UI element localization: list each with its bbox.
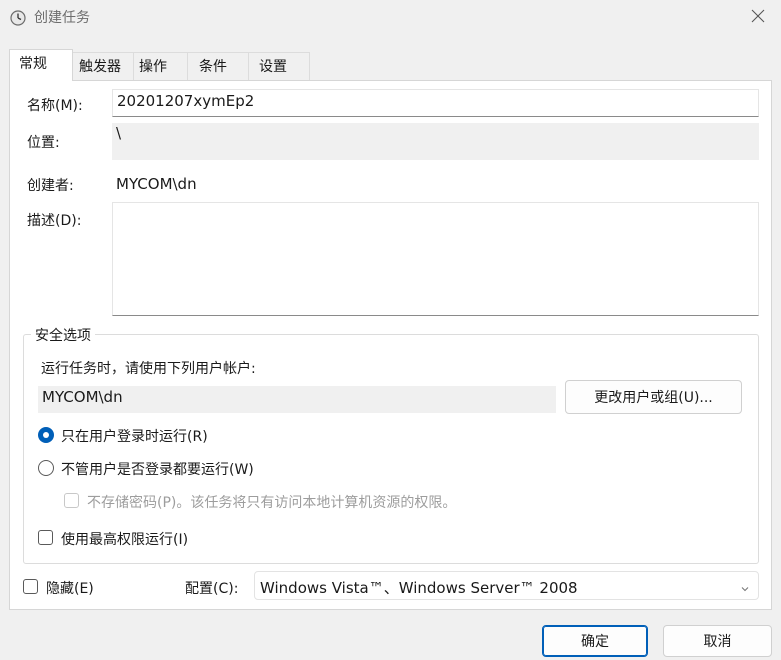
tab-label: 条件: [199, 59, 227, 75]
tab-label: 触发器: [79, 59, 121, 75]
tab-settings[interactable]: 设置: [248, 52, 310, 80]
tab-triggers[interactable]: 触发器: [72, 52, 134, 80]
run-whether-logged-on-label[interactable]: 不管用户是否登录都要运行(W): [61, 459, 254, 479]
tab-label: 设置: [259, 59, 287, 75]
hidden-checkbox[interactable]: [23, 579, 38, 594]
name-value: 20201207xymEp2: [117, 92, 255, 110]
run-only-logged-on-radio[interactable]: [38, 427, 54, 443]
cancel-button[interactable]: 取消: [663, 625, 772, 657]
tab-label: 常规: [19, 56, 47, 72]
run-whether-logged-on-radio[interactable]: [38, 460, 54, 476]
security-options-title: 安全选项: [31, 325, 95, 345]
change-user-button-label: 更改用户或组(U)...: [594, 390, 713, 406]
configure-select-value: Windows Vista™、Windows Server™ 2008: [260, 579, 578, 597]
tab-actions[interactable]: 操作: [133, 52, 188, 80]
location-value: \: [116, 124, 122, 142]
ok-button-label: 确定: [581, 634, 609, 650]
hidden-label[interactable]: 隐藏(E): [46, 578, 94, 598]
tab-strip: 常规 触发器 操作 条件 设置: [0, 49, 781, 81]
title-bar: 创建任务: [0, 0, 781, 36]
ok-button[interactable]: 确定: [542, 625, 648, 657]
user-account-field: MYCOM\dn: [38, 386, 556, 413]
run-highest-privileges-checkbox[interactable]: [38, 530, 53, 545]
chevron-down-icon: [740, 580, 750, 592]
cancel-button-label: 取消: [703, 634, 732, 650]
change-user-button[interactable]: 更改用户或组(U)...: [565, 380, 742, 414]
author-value: MYCOM\dn: [116, 175, 197, 193]
close-button[interactable]: [735, 0, 781, 36]
tab-conditions[interactable]: 条件: [187, 52, 249, 80]
name-field[interactable]: 20201207xymEp2: [112, 89, 759, 117]
location-label: 位置:: [27, 135, 60, 151]
configure-select[interactable]: Windows Vista™、Windows Server™ 2008: [254, 571, 759, 600]
do-not-store-password-checkbox[interactable]: [64, 493, 79, 508]
tab-label: 操作: [139, 59, 167, 75]
run-as-prompt: 运行任务时，请使用下列用户帐户:: [41, 361, 256, 377]
clock-icon: [10, 10, 26, 26]
user-account-value: MYCOM\dn: [42, 388, 123, 406]
close-icon: [751, 9, 765, 27]
do-not-store-password-label: 不存储密码(P)。该任务将只有访问本地计算机资源的权限。: [87, 495, 457, 511]
description-field[interactable]: [112, 202, 759, 316]
location-field: \: [112, 123, 759, 160]
run-only-logged-on-label[interactable]: 只在用户登录时运行(R): [61, 426, 208, 446]
run-highest-privileges-label[interactable]: 使用最高权限运行(I): [61, 529, 188, 549]
window-title: 创建任务: [34, 10, 90, 26]
configure-label: 配置(C):: [185, 581, 239, 597]
author-label: 创建者:: [27, 178, 74, 194]
description-label: 描述(D):: [27, 213, 82, 229]
tab-general[interactable]: 常规: [9, 49, 73, 81]
name-label: 名称(M):: [27, 98, 83, 114]
